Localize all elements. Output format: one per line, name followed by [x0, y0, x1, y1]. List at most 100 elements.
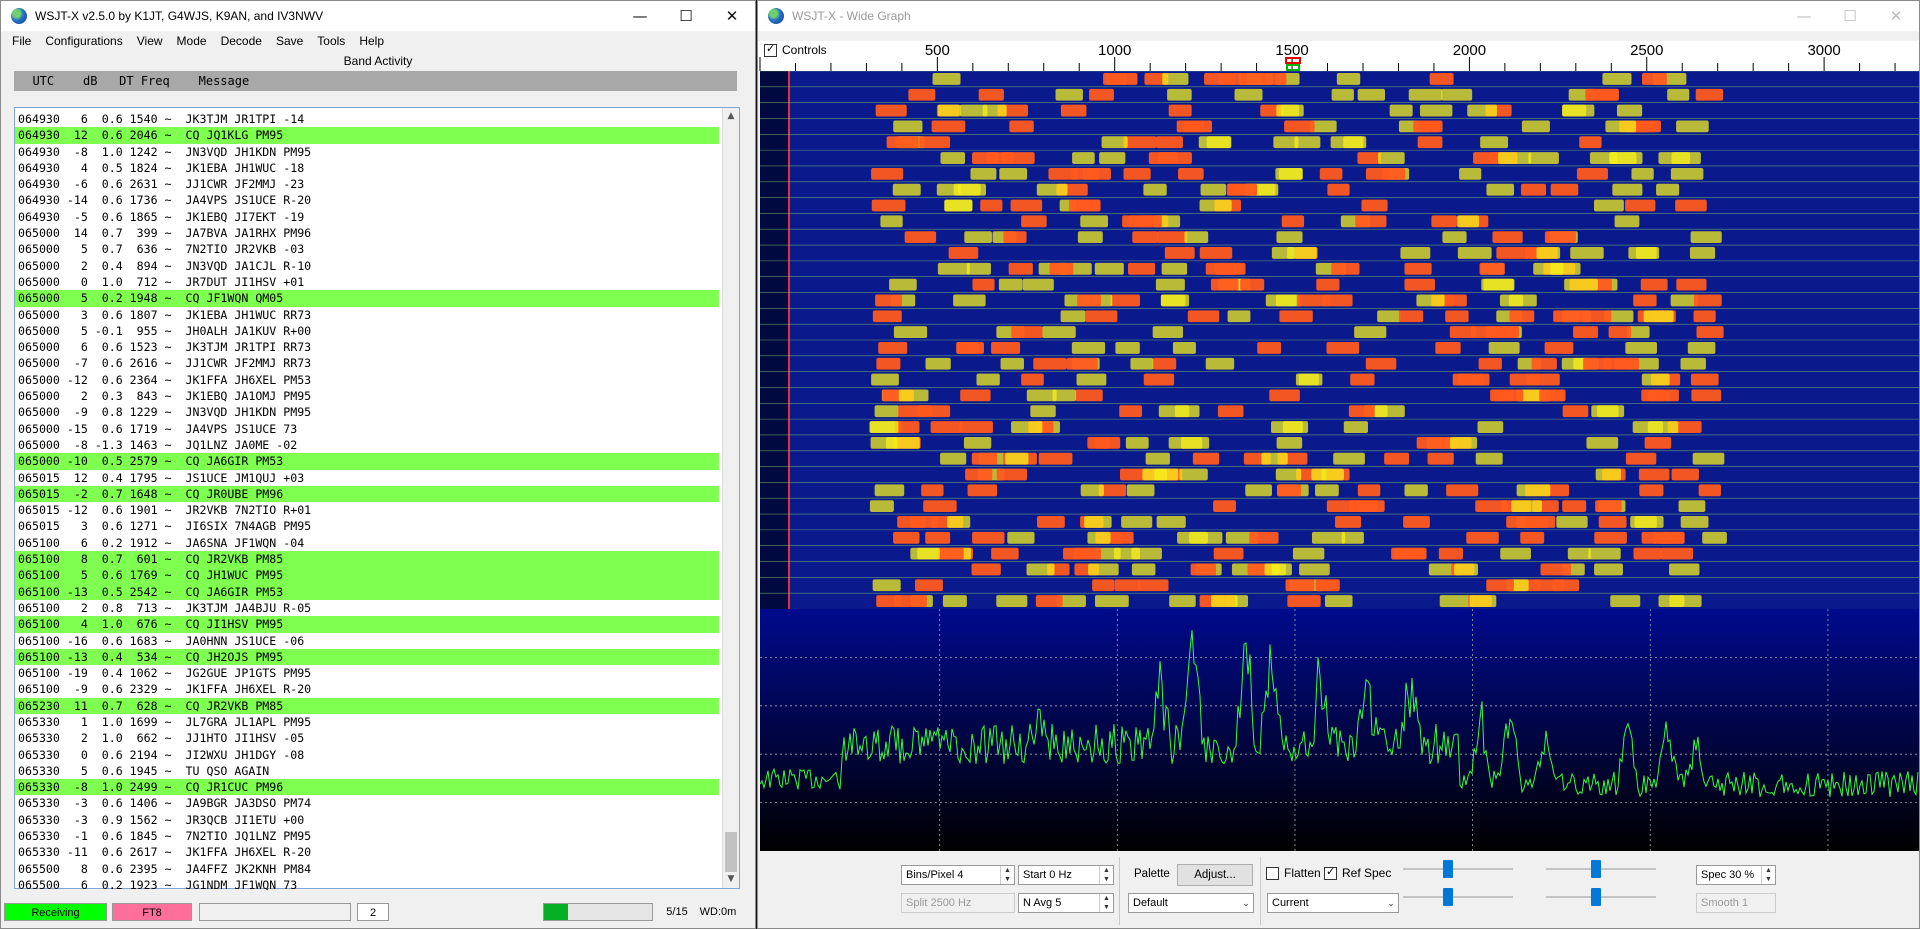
log-row[interactable]: 064930 4 0.5 1824 ~ JK1EBA JH1WUC -18 [15, 160, 719, 176]
cq-log-row[interactable]: 065100 8 0.7 601 ~ CQ JR2VKB PM85 [15, 551, 719, 568]
close-icon[interactable]: ✕ [1873, 1, 1919, 31]
log-row[interactable]: 065330 0 0.6 2194 ~ JI2WXU JH1DGY -08 [15, 747, 719, 763]
cq-log-row[interactable]: 065000 5 0.2 1948 ~ CQ JF1WQN QM05 [15, 290, 719, 307]
log-row[interactable]: 065000 -7 0.6 2616 ~ JJ1CWR JF2MMJ RR73 [15, 355, 719, 371]
log-row[interactable]: 065000 3 0.6 1807 ~ JK1EBA JH1WUC RR73 [15, 307, 719, 323]
cq-log-row[interactable]: 065015 -2 0.7 1648 ~ CQ JR0UBE PM96 [15, 485, 719, 503]
log-row[interactable]: 065330 -1 0.6 1845 ~ 7N2TIO JQ1LNZ PM95 [15, 828, 719, 844]
spin-arrows-icon[interactable]: ▲ ▼ [1761, 866, 1775, 884]
menu-view[interactable]: View [130, 34, 170, 48]
log-row[interactable]: 065330 -3 0.9 1562 ~ JR3QCB JI1ETU +00 [15, 812, 719, 828]
log-row[interactable]: 065000 -8 -1.3 1463 ~ JQ1LNZ JA0ME -02 [15, 437, 719, 453]
log-row[interactable]: 065000 5 0.7 636 ~ 7N2TIO JR2VKB -03 [15, 241, 719, 257]
log-scrollbar[interactable]: ▲ ▼ [722, 108, 739, 888]
log-row[interactable]: 065000 14 0.7 399 ~ JA7BVA JA1RHX PM96 [15, 225, 719, 241]
palette-select[interactable]: Default ⌄ [1128, 893, 1254, 913]
controls-checkbox[interactable] [764, 42, 777, 57]
n-avg-spinbox[interactable]: N Avg 5 ▲ ▼ [1018, 893, 1114, 913]
spin-arrows-icon[interactable]: ▲ ▼ [1099, 894, 1113, 912]
band-activity-log[interactable]: 064930 6 0.6 1540 ~ JK3TJM JR1TPI -14 064… [14, 107, 740, 892]
log-row[interactable]: 065100 6 0.2 1912 ~ JA6SNA JF1WQN -04 [15, 535, 719, 551]
spectrum-gain-slider[interactable] [1403, 887, 1513, 907]
menu-help[interactable]: Help [352, 34, 391, 48]
menu-configurations[interactable]: Configurations [38, 34, 129, 48]
minimize-icon[interactable]: — [1781, 1, 1827, 31]
slider-handle[interactable] [1443, 888, 1453, 906]
cq-log-row[interactable]: 065100 -13 0.4 534 ~ CQ JH2OJS PM95 [15, 648, 719, 666]
log-row[interactable]: 064930 -8 1.0 1242 ~ JN3VQD JH1KDN PM95 [15, 144, 719, 160]
log-row[interactable]: 065000 -9 0.8 1229 ~ JN3VQD JH1KDN PM95 [15, 404, 719, 420]
menu-mode[interactable]: Mode [170, 34, 214, 48]
spectrum-zero-slider[interactable] [1546, 887, 1656, 907]
cq-log-row[interactable]: 065100 5 0.6 1769 ~ CQ JH1WUC PM95 [15, 567, 719, 584]
spin-arrows-icon[interactable]: ▲ ▼ [1000, 866, 1014, 884]
slider-handle[interactable] [1591, 888, 1601, 906]
log-row[interactable]: 065000 -12 0.6 2364 ~ JK1FFA JH6XEL PM53 [15, 372, 719, 388]
spectrum-mode-select[interactable]: Current ⌄ [1267, 893, 1399, 913]
log-row[interactable]: 065330 5 0.6 1945 ~ TU QSO AGAIN [15, 763, 719, 779]
log-row[interactable]: 065000 -15 0.6 1719 ~ JA4VPS JS1UCE 73 [15, 421, 719, 437]
log-row[interactable]: 065000 5 -0.1 955 ~ JH0ALH JA1KUV R+00 [15, 323, 719, 339]
ref-spec-checkbox[interactable] [1324, 865, 1337, 880]
log-row[interactable]: 065100 -16 0.6 1683 ~ JA0HNN JS1UCE -06 [15, 633, 719, 649]
log-row[interactable]: 065015 12 0.4 1795 ~ JS1UCE JM1QUJ +03 [15, 470, 719, 486]
frequency-scale[interactable]: 500 1000 1500 2000 2500 3000 [758, 41, 1919, 71]
log-row[interactable]: 064930 6 0.6 1540 ~ JK3TJM JR1TPI -14 [15, 111, 719, 127]
log-row[interactable]: 064930 -5 0.6 1865 ~ JK1EBQ JI7EKT -19 [15, 209, 719, 225]
log-row[interactable]: 065330 -3 0.6 1406 ~ JA9BGR JA3DSO PM74 [15, 795, 719, 811]
log-row[interactable]: 065000 0 1.0 712 ~ JR7DUT JI1HSV +01 [15, 274, 719, 290]
cq-log-row[interactable]: 065100 4 1.0 676 ~ CQ JI1HSV PM95 [15, 616, 719, 633]
slider-handle[interactable] [1591, 860, 1601, 878]
zero-slider[interactable] [1546, 859, 1656, 879]
log-row[interactable]: 065000 6 0.6 1523 ~ JK3TJM JR1TPI RR73 [15, 339, 719, 355]
cq-log-row[interactable]: 065000 -10 0.5 2579 ~ CQ JA6GIR PM53 [15, 453, 719, 470]
menu-file[interactable]: File [5, 34, 38, 48]
scroll-down-icon[interactable]: ▼ [723, 871, 739, 888]
slider-handle[interactable] [1443, 860, 1453, 878]
cq-log-row[interactable]: 065330 -8 1.0 2499 ~ CQ JR1CUC PM96 [15, 779, 719, 796]
log-row[interactable]: 065000 2 0.3 843 ~ JK1EBQ JA1OMJ PM95 [15, 388, 719, 404]
menu-save[interactable]: Save [269, 34, 310, 48]
chevron-down-icon[interactable]: ⌄ [1239, 894, 1253, 912]
wide-graph-titlebar[interactable]: WSJT-X - Wide Graph — ☐ ✕ [758, 1, 1919, 31]
close-icon[interactable]: ✕ [709, 1, 755, 31]
gain-slider[interactable] [1403, 859, 1513, 879]
flatten-toggle[interactable]: Flatten [1266, 866, 1321, 880]
log-row[interactable]: 065500 8 0.6 2395 ~ JA4FFZ JK2KNH PM84 [15, 861, 719, 877]
cq-log-row[interactable]: 065230 11 0.7 628 ~ CQ JR2VKB PM85 [15, 697, 719, 714]
main-titlebar[interactable]: WSJT-X v2.5.0 by K1JT, G4WJS, K9AN, and … [1, 1, 755, 31]
maximize-icon[interactable]: ☐ [1827, 1, 1873, 31]
chevron-down-icon[interactable]: ⌄ [1384, 894, 1398, 912]
log-row[interactable]: 065100 2 0.8 713 ~ JK3TJM JA4BJU R-05 [15, 600, 719, 616]
log-row[interactable]: 065000 2 0.4 894 ~ JN3VQD JA1CJL R-10 [15, 258, 719, 274]
menu-decode[interactable]: Decode [214, 34, 269, 48]
waterfall-display[interactable] [760, 71, 1919, 609]
spectrum-display[interactable] [760, 609, 1919, 851]
scroll-thumb[interactable] [725, 832, 737, 872]
graph-area[interactable] [760, 71, 1919, 851]
menu-tools[interactable]: Tools [310, 34, 352, 48]
start-freq-spinbox[interactable]: Start 0 Hz ▲ ▼ [1018, 865, 1114, 885]
flatten-checkbox[interactable] [1266, 866, 1279, 880]
log-row[interactable]: 065330 1 1.0 1699 ~ JL7GRA JL1APL PM95 [15, 714, 719, 730]
log-row[interactable]: 065015 3 0.6 1271 ~ JI6SIX 7N4AGB PM95 [15, 518, 719, 534]
log-row[interactable]: 065330 2 1.0 662 ~ JJ1HTO JI1HSV -05 [15, 730, 719, 746]
log-row[interactable]: 065100 -19 0.4 1062 ~ JG2GUE JP1GTS PM95 [15, 665, 719, 681]
cq-log-row[interactable]: 064930 12 0.6 2046 ~ CQ JQ1KLG PM95 [15, 127, 719, 144]
log-row[interactable]: 065100 -9 0.6 2329 ~ JK1FFA JH6XEL R-20 [15, 681, 719, 697]
log-row[interactable]: 064930 -14 0.6 1736 ~ JA4VPS JS1UCE R-20 [15, 192, 719, 208]
minimize-icon[interactable]: — [617, 1, 663, 31]
spec-percent-spinbox[interactable]: Spec 30 % ▲ ▼ [1696, 865, 1776, 885]
scroll-up-icon[interactable]: ▲ [723, 108, 739, 125]
cq-log-row[interactable]: 065100 -13 0.5 2542 ~ CQ JA6GIR PM53 [15, 583, 719, 600]
controls-toggle[interactable]: Controls [764, 42, 827, 57]
log-row[interactable]: 065330 -11 0.6 2617 ~ JK1FFA JH6XEL R-20 [15, 844, 719, 860]
ref-spec-toggle[interactable]: Ref Spec [1324, 865, 1391, 880]
adjust-button[interactable]: Adjust... [1177, 864, 1253, 886]
maximize-icon[interactable]: ☐ [663, 1, 709, 31]
bins-per-pixel-spinbox[interactable]: Bins/Pixel 4 ▲ ▼ [901, 865, 1015, 885]
log-row[interactable]: 065500 6 0.2 1923 ~ JG1NDM JF1WQN 73 [15, 877, 719, 893]
log-row[interactable]: 064930 -6 0.6 2631 ~ JJ1CWR JF2MMJ -23 [15, 176, 719, 192]
spin-arrows-icon[interactable]: ▲ ▼ [1099, 866, 1113, 884]
log-row[interactable]: 065015 -12 0.6 1901 ~ JR2VKB 7N2TIO R+01 [15, 502, 719, 518]
